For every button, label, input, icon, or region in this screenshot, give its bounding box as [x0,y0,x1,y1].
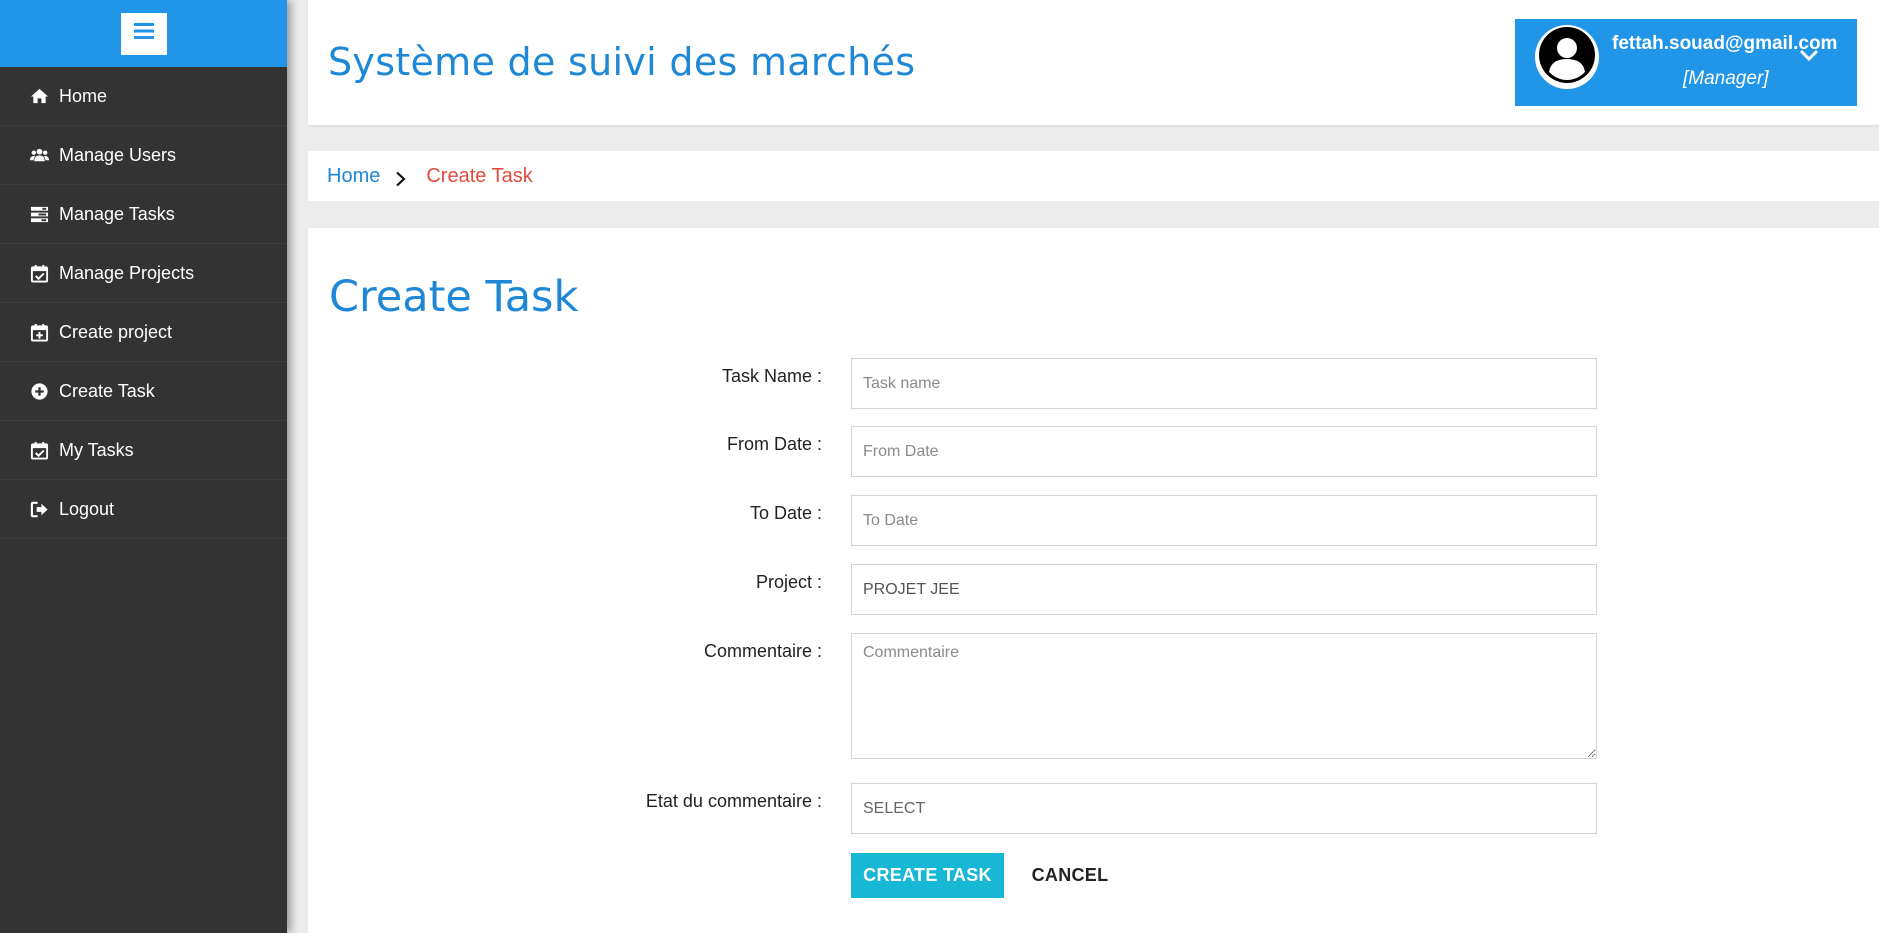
calendar-plus-icon [28,322,50,342]
commentaire-textarea[interactable] [851,633,1597,759]
etat-commentaire-label: Etat du commentaire : [645,791,822,811]
project-select[interactable]: PROJET JEE [851,564,1597,615]
home-icon [28,86,50,106]
app-title: Système de suivi des marchés [328,40,916,84]
sidebar-item-label: Home [59,85,108,106]
sidebar: Home Manage Users Manage Tasks Manage Pr… [0,0,287,933]
sidebar-item-label: Manage Tasks [59,203,175,224]
sidebar-header [0,0,287,67]
from-date-input[interactable] [851,426,1597,477]
menu-toggle-button[interactable] [120,12,167,55]
tasks-icon [28,204,50,224]
calendar-check-icon [28,263,50,283]
top-header: Système de suivi des marchés fettah.soua… [308,0,1879,125]
sidebar-item-manage-tasks[interactable]: Manage Tasks [0,185,287,244]
etat-select-value: SELECT [863,799,926,817]
breadcrumb-current: Create Task [426,164,533,187]
sidebar-item-create-project[interactable]: Create project [0,303,287,362]
sidebar-item-logout[interactable]: Logout [0,480,287,539]
from-date-label: From Date : [726,434,822,454]
users-icon [28,145,50,165]
breadcrumb-home-link[interactable]: Home [327,165,380,188]
sidebar-item-label: Create project [59,321,173,342]
sidebar-item-label: Create Task [59,380,155,401]
calendar-check-icon [28,440,50,460]
chevron-down-icon[interactable] [1799,48,1819,62]
cancel-button[interactable]: CANCEL [1018,853,1122,898]
breadcrumb: Home Create Task [308,151,1879,201]
user-avatar-icon [1538,26,1596,89]
sidebar-item-label: Logout [59,498,115,519]
user-role: [Manager] [1683,68,1769,89]
sidebar-item-manage-users[interactable]: Manage Users [0,126,287,185]
sidebar-item-my-tasks[interactable]: My Tasks [0,421,287,480]
sidebar-item-home[interactable]: Home [0,67,287,126]
project-label: Project : [755,572,822,592]
avatar [1535,25,1599,89]
task-name-label: Task Name : [721,366,822,386]
sidebar-item-label: Manage Users [59,144,177,165]
project-select-value: PROJET JEE [863,580,960,598]
sign-out-icon [28,499,50,519]
user-menu[interactable]: fettah.souad@gmail.com [Manager] [1515,19,1857,106]
plus-circle-icon [28,381,50,401]
create-task-card: Create Task Task Name : From Date : To D… [308,228,1879,933]
create-task-button[interactable]: CREATE TASK [851,853,1004,898]
to-date-input[interactable] [851,495,1597,546]
etat-commentaire-select[interactable]: SELECT [851,783,1597,834]
sidebar-item-label: Manage Projects [59,262,195,283]
page-title: Create Task [329,272,579,322]
sidebar-item-label: My Tasks [59,439,134,460]
sidebar-item-create-task[interactable]: Create Task [0,362,287,421]
hamburger-icon [133,21,155,46]
task-name-input[interactable] [851,358,1597,409]
to-date-label: To Date : [749,503,822,523]
chevron-right-icon [394,170,408,187]
sidebar-item-manage-projects[interactable]: Manage Projects [0,244,287,303]
commentaire-label: Commentaire : [703,641,822,661]
